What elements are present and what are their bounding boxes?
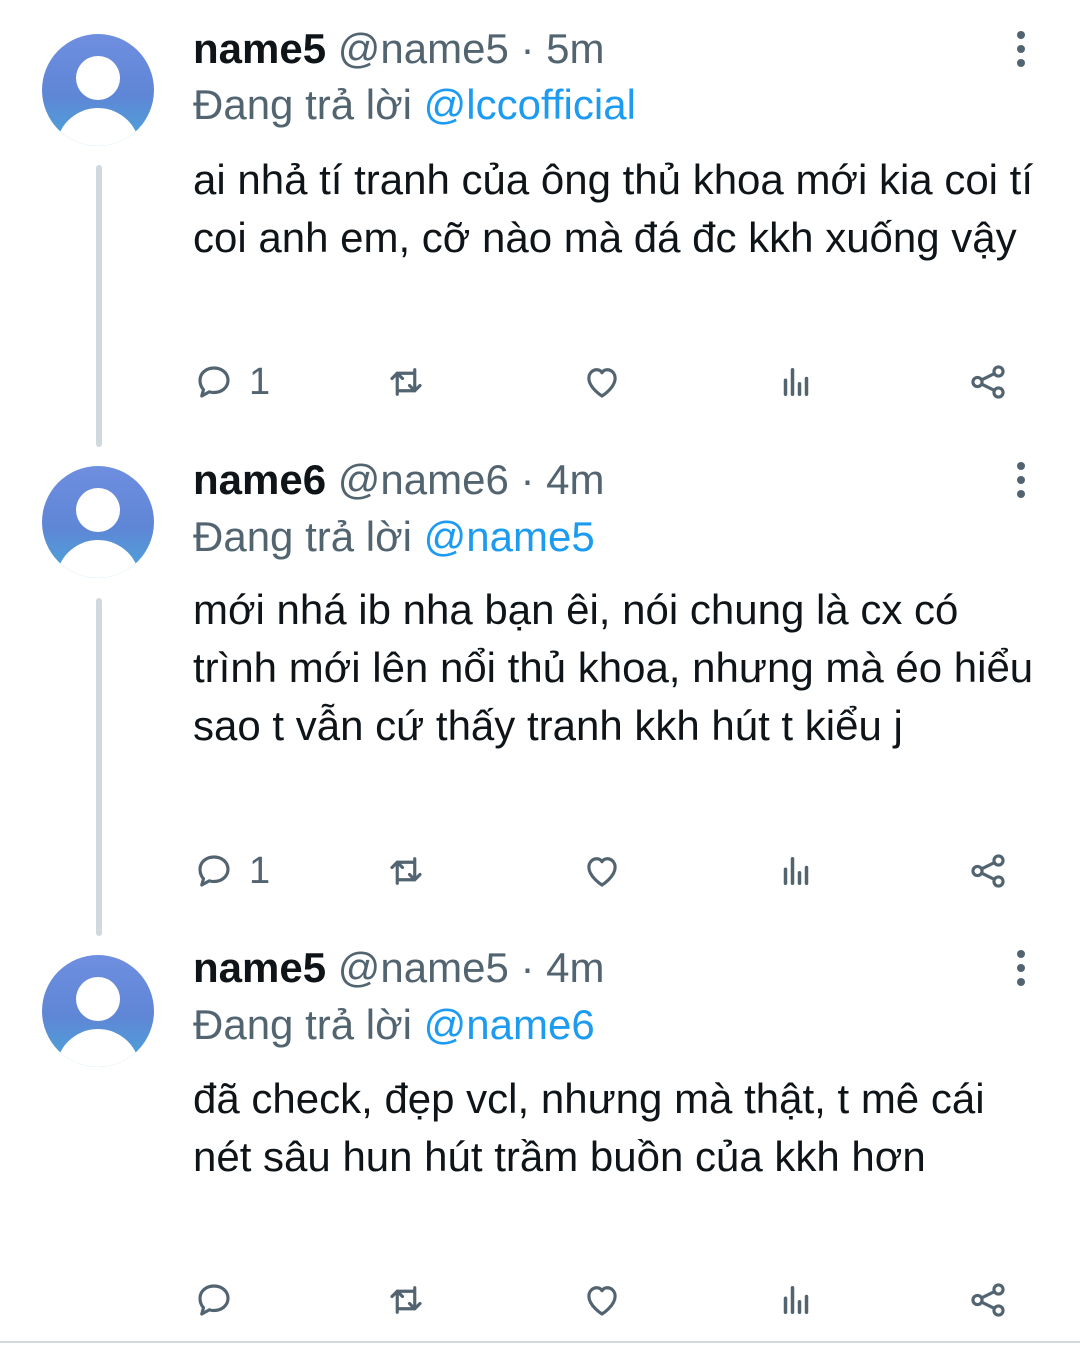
timestamp[interactable]: 4m <box>546 944 604 991</box>
replying-to-label: Đang trả lời <box>193 1001 424 1048</box>
avatar-head <box>76 977 120 1021</box>
avatar[interactable] <box>42 955 154 1067</box>
action-bar <box>193 1275 1023 1325</box>
retweet-icon <box>390 1286 422 1314</box>
replying-to: Đang trả lời @name6 <box>193 1000 595 1050</box>
tweet[interactable]: name5 @name5 · 4m Đang trả lời @name6 đã… <box>0 0 1080 1340</box>
more-vertical-icon[interactable] <box>1004 943 1038 993</box>
reply-button[interactable] <box>193 1275 249 1325</box>
tweet-header: name5 @name5 · 4m <box>193 943 605 993</box>
share-icon <box>971 1283 1005 1317</box>
separator: · <box>520 944 535 991</box>
views-bar-chart-icon <box>783 1286 809 1314</box>
like-button[interactable] <box>581 1275 623 1325</box>
retweet-button[interactable] <box>385 1275 427 1325</box>
divider <box>0 1341 1080 1343</box>
handle[interactable]: @name5 <box>338 944 509 991</box>
share-button[interactable] <box>967 1275 1009 1325</box>
views-button[interactable] <box>775 1275 817 1325</box>
tweet-text: đã check, đẹp vcl, nhưng mà thật, t mê c… <box>193 1075 985 1180</box>
avatar-shoulders <box>56 1029 140 1067</box>
mention-link[interactable]: @name6 <box>424 1001 595 1048</box>
reply-bubble-icon <box>198 1284 230 1316</box>
heart-icon <box>587 1286 617 1316</box>
display-name[interactable]: name5 <box>193 944 326 991</box>
